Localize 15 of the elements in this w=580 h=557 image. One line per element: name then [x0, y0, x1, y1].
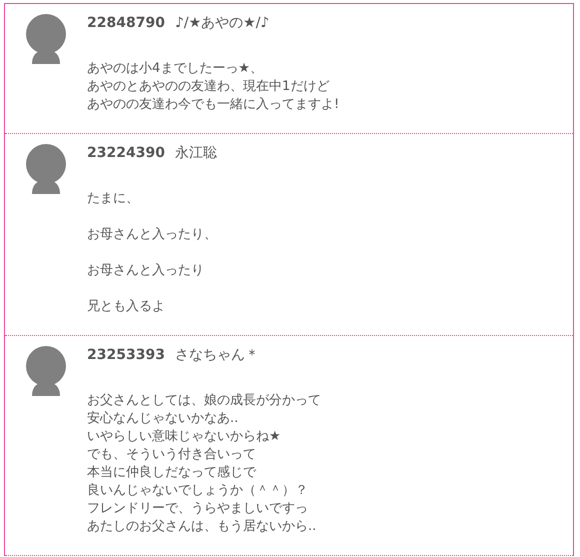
user-name: ♪/★あやの★/♪	[174, 15, 270, 31]
comment-text: お母さんと入ったり、	[87, 226, 217, 244]
comment-text: お母さんと入ったり	[87, 262, 205, 280]
user-name: さなちゃん＊	[174, 347, 259, 363]
comment-text: お父さんとしては、娘の成長が分かって 安心なんじゃないかなあ.. いやらしい意味じゃないからね★ でも、そういう付き合いって 本当に仲良しだなって感じで 良いんじゃないでしょうか（＾＾）？ フレンドリーで、うらやましいですっ あたしのお父さんは、もう居ないから..	[87, 392, 321, 536]
avatar-icon	[26, 346, 68, 396]
avatar-icon	[26, 144, 68, 194]
user-name: 永江聡	[174, 145, 217, 161]
comment-text: たまに、	[87, 190, 140, 208]
comment-text: 兄とも入るよ	[87, 298, 166, 316]
comment-text: あやのは小4までしたーっ★、 あやのとあやのの友達わ、現在中1だけど あやのの友達わ今でも一緒に入ってますよ!	[87, 60, 340, 114]
comment-id: 23224390	[87, 145, 165, 161]
comment-id: 23253393	[87, 347, 165, 363]
avatar-icon	[26, 14, 68, 64]
comment-id: 22848790	[87, 15, 165, 31]
